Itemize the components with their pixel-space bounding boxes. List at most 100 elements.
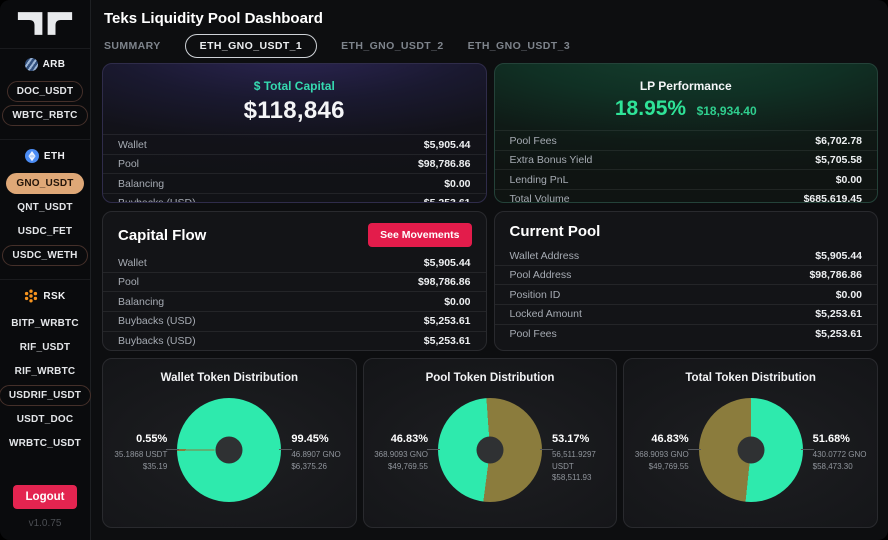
row-label: Balancing [118, 296, 164, 308]
chart-title: Wallet Token Distribution [103, 372, 356, 384]
row-label: Pool [118, 158, 139, 170]
rsk-icon [24, 289, 38, 303]
stat-row: Pool$98,786.86 [103, 273, 486, 293]
tab-eth-gno-usdt-1[interactable]: ETH_GNO_USDT_1 [185, 34, 317, 58]
capital-flow-rows: Wallet$5,905.44 Pool$98,786.86 Balancing… [103, 253, 486, 351]
sidebar-item-wbtc-rbtc[interactable]: WBTC_RBTC [2, 105, 87, 126]
chart-title: Pool Token Distribution [364, 372, 617, 384]
slice-token-amount: 430.0772 GNO [813, 450, 867, 459]
row-label: Pool Address [510, 269, 572, 281]
donut-label-left: 0.55% 35.1868 USDT $35.19 [109, 432, 167, 472]
row-label: Pool [118, 276, 139, 288]
stat-row: Balancing $0.00 [103, 173, 486, 193]
leader-line-left [688, 449, 701, 450]
see-movements-button[interactable]: See Movements [368, 223, 471, 247]
slice-usd-amount: $58,511.93 [552, 473, 591, 482]
slice-usd-amount: $49,769.55 [388, 462, 428, 471]
row-value: $5,253.61 [815, 328, 862, 340]
row-value: $5,253.61 [424, 335, 471, 347]
stat-row: Buybacks (USD) $5,253.61 [103, 332, 486, 352]
tab-eth-gno-usdt-2[interactable]: ETH_GNO_USDT_2 [341, 40, 443, 52]
slice-percent: 53.17% [552, 432, 610, 448]
donut-hole [476, 437, 503, 464]
row-value: $5,905.44 [424, 257, 471, 269]
tab-summary[interactable]: SUMMARY [104, 40, 161, 52]
capital-flow-title: Capital Flow [118, 227, 206, 244]
row-label: Locked Amount [510, 308, 582, 320]
pool-distribution-donut [438, 398, 542, 502]
row-value: $5,905.44 [424, 139, 471, 151]
sidebar-item-usdc-weth[interactable]: USDC_WETH [2, 245, 87, 266]
row-label: Lending PnL [510, 174, 569, 186]
slice-token-amount: 368.9093 GNO [374, 450, 428, 459]
wallet-distribution-donut [177, 398, 281, 502]
sidebar-item-doc-usdt[interactable]: DOC_USDT [7, 81, 84, 102]
stat-row: Extra Bonus Yield $5,705.58 [495, 150, 878, 170]
sidebar-item-usdrif-usdt[interactable]: USDRIF_USDT [0, 385, 91, 406]
logout-button[interactable]: Logout [13, 485, 78, 509]
row-label: Balancing [118, 178, 164, 190]
sidebar-item-rif-usdt[interactable]: RIF_USDT [10, 337, 81, 358]
chart-title: Total Token Distribution [624, 372, 877, 384]
capital-flow-header: Capital Flow See Movements [103, 212, 486, 247]
donut-label-right: 99.45% 46.8907 GNO $6,375.26 [291, 432, 349, 472]
current-pool-rows: Wallet Address$5,905.44 Pool Address$98,… [495, 246, 878, 344]
stat-row: Position ID $0.00 [495, 285, 878, 305]
sidebar-section-header-arb: ARB [25, 58, 66, 71]
current-pool-title: Current Pool [510, 223, 601, 240]
lp-performance-percent: 18.95% [615, 97, 686, 120]
sidebar-section-rsk: RSK BITP_WRBTC RIF_USDT RIF_WRBTC USDRIF… [0, 279, 90, 461]
row-label: Buybacks (USD) [118, 197, 196, 203]
stat-row: Lending PnL $0.00 [495, 169, 878, 189]
leader-line-left [427, 449, 440, 450]
row-value: $0.00 [444, 178, 470, 190]
sidebar-item-bitp-wrbtc[interactable]: BITP_WRBTC [1, 313, 89, 334]
sidebar-item-usdt-doc[interactable]: USDT_DOC [7, 409, 84, 430]
slice-token-amount: 368.9093 GNO [635, 450, 689, 459]
row-label: Extra Bonus Yield [510, 154, 593, 166]
wallet-distribution-card: Wallet Token Distribution 0.55% 35.1868 … [102, 358, 357, 528]
slice-percent: 0.55% [109, 432, 167, 448]
donut-hole [216, 437, 243, 464]
total-distribution-card: Total Token Distribution 46.83% 368.9093… [623, 358, 878, 528]
sidebar-section-label: ARB [43, 59, 66, 70]
total-capital-title: $ Total Capital [254, 79, 335, 93]
stat-row: Wallet$5,905.44 [103, 253, 486, 273]
sidebar-item-wrbtc-usdt[interactable]: WRBTC_USDT [0, 433, 91, 454]
total-capital-rows: Wallet$5,905.44 Pool$98,786.86 Balancing… [103, 134, 486, 203]
slice-token-amount: 35.1868 USDT [114, 450, 167, 459]
donut-label-left: 46.83% 368.9093 GNO $49,769.55 [630, 432, 688, 472]
slice-percent: 51.68% [813, 432, 871, 448]
slice-token-amount: 56,511.9297 USDT [552, 450, 596, 471]
row-value: $98,786.86 [809, 269, 862, 281]
eth-icon [25, 149, 39, 163]
stat-row: Pool Fees$5,253.61 [495, 325, 878, 345]
sidebar-item-qnt-usdt[interactable]: QNT_USDT [7, 197, 83, 218]
row-value: $5,705.58 [815, 154, 862, 166]
row-label: Buybacks (USD) [118, 315, 196, 327]
sidebar-item-gno-usdt[interactable]: GNO_USDT [6, 173, 83, 194]
row-value: $0.00 [836, 174, 862, 186]
row-value: $0.00 [836, 289, 862, 301]
current-pool-card: Current Pool Wallet Address$5,905.44 Poo… [494, 211, 879, 351]
slice-token-amount: 46.8907 GNO [291, 450, 340, 459]
row-label: Position ID [510, 289, 561, 301]
slice-usd-amount: $49,769.55 [649, 462, 689, 471]
row-label: Buybacks (USD) [118, 335, 196, 347]
sidebar-item-usdc-fet[interactable]: USDC_FET [8, 221, 82, 242]
lp-performance-card: LP Performance 18.95% $18,934.40 Pool Fe… [494, 63, 879, 203]
sidebar-item-rif-wrbtc[interactable]: RIF_WRBTC [5, 361, 86, 382]
sidebar-section-header-rsk: RSK [24, 289, 65, 303]
slice-percent: 46.83% [370, 432, 428, 448]
total-capital-value: $118,846 [103, 97, 486, 125]
slice-usd-amount: $35.19 [143, 462, 167, 471]
summary-cards-row: $ Total Capital $118,846 Wallet$5,905.44… [102, 63, 878, 203]
distribution-charts-row: Wallet Token Distribution 0.55% 35.1868 … [102, 358, 878, 528]
donut-label-left: 46.83% 368.9093 GNO $49,769.55 [370, 432, 428, 472]
app-window: ARB DOC_USDT WBTC_RBTC ETH GNO_USDT QNT_… [0, 0, 888, 540]
row-value: $0.00 [444, 296, 470, 308]
capital-flow-card: Capital Flow See Movements Wallet$5,905.… [102, 211, 487, 351]
leader-line-left [166, 449, 179, 450]
tab-eth-gno-usdt-3[interactable]: ETH_GNO_USDT_3 [468, 40, 570, 52]
current-pool-header: Current Pool [495, 212, 878, 240]
